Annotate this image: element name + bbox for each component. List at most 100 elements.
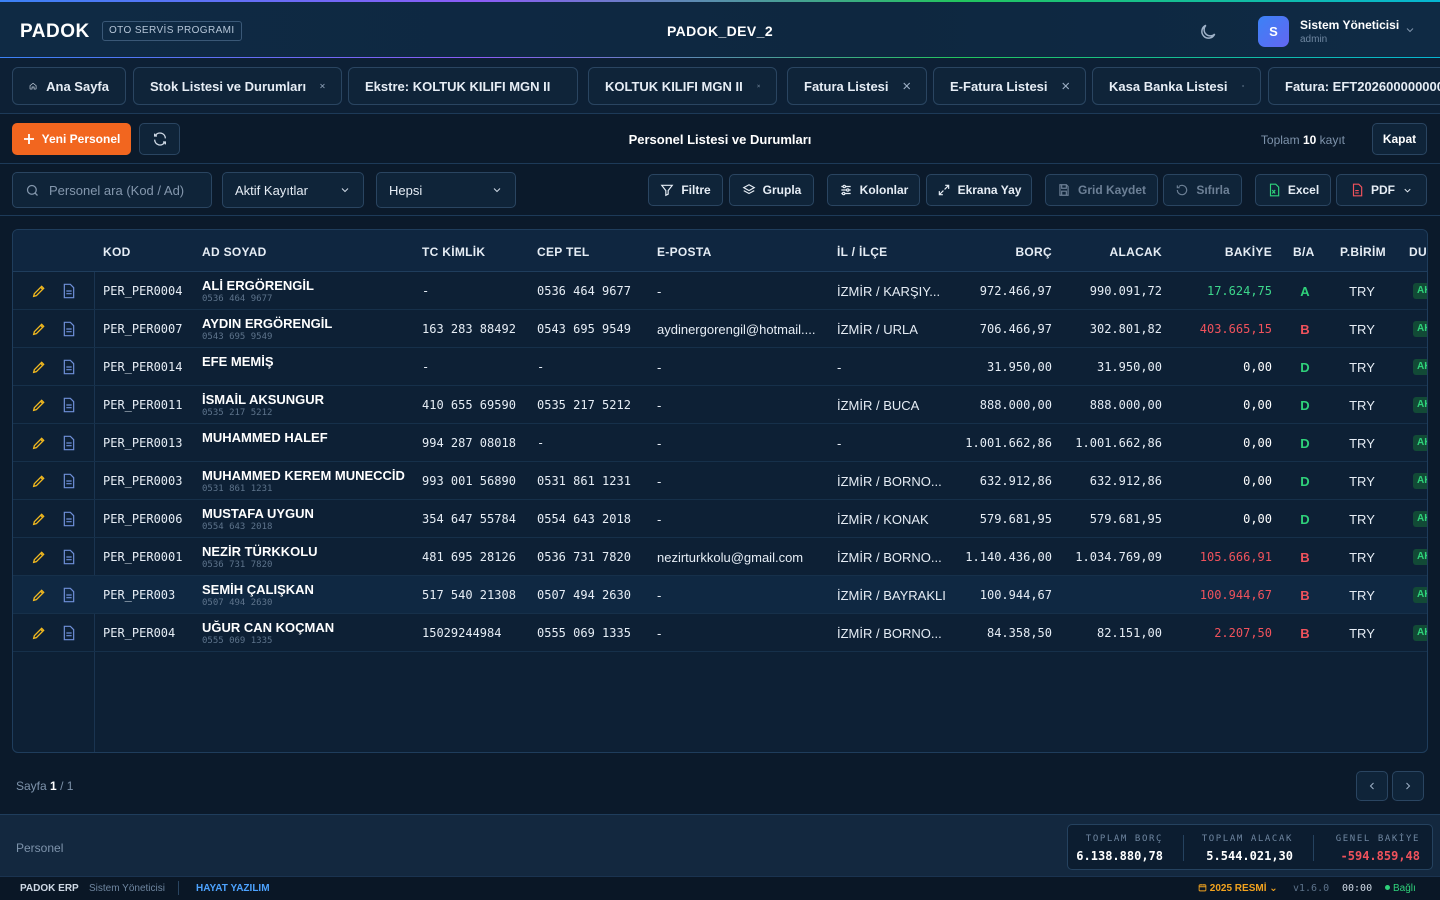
pencil-icon[interactable] — [31, 321, 47, 337]
table-row[interactable]: AYDIN ERGÖRENGİL 0543 695 9549 PER_PER0007… — [13, 310, 1427, 348]
cell-alacak: 579.681,95 — [1089, 512, 1162, 526]
status-user: Sistem Yöneticisi — [89, 883, 165, 894]
pagination-info: Sayfa 1 / 1 — [16, 779, 73, 793]
tab-einvoice-list[interactable]: E-Fatura Listesi — [933, 67, 1086, 105]
col-alacak[interactable]: ALACAK — [1062, 245, 1162, 259]
document-icon[interactable] — [62, 587, 76, 603]
cell-bakiye: 105.666,91 — [1199, 550, 1272, 564]
prev-page-button[interactable] — [1356, 771, 1388, 801]
cell-kod: PER_PER0011 — [103, 398, 183, 412]
document-icon[interactable] — [62, 511, 76, 527]
table-row[interactable]: ALİ ERGÖRENGİL 0536 464 9677 PER_PER0004-0… — [13, 272, 1427, 310]
user-menu[interactable]: S Sistem Yöneticisi admin — [1258, 15, 1418, 49]
document-icon[interactable] — [62, 549, 76, 565]
name-cell: MUHAMMED KEREM MUNECCİD 0531 861 1231 — [202, 462, 412, 500]
save-grid-button[interactable]: Grid Kaydet — [1045, 174, 1158, 206]
tab-home[interactable]: Ana Sayfa — [12, 67, 126, 105]
group-button[interactable]: Grupla — [729, 174, 814, 206]
col-kod[interactable]: KOD — [103, 245, 131, 259]
document-icon[interactable] — [62, 321, 76, 337]
expand-button[interactable]: Ekrana Yay — [926, 174, 1032, 206]
cell-borc: 31.950,00 — [986, 360, 1052, 374]
version: v1.6.0 — [1293, 883, 1330, 894]
new-personnel-button[interactable]: Yeni Personel — [12, 123, 131, 155]
col-durum[interactable]: DU — [1409, 245, 1427, 259]
pencil-icon[interactable] — [31, 435, 47, 451]
document-icon[interactable] — [62, 435, 76, 451]
close-icon[interactable] — [756, 81, 760, 91]
app-logo[interactable]: PADOK — [20, 21, 90, 43]
columns-button[interactable]: Kolonlar — [827, 174, 920, 206]
table-row[interactable]: MUHAMMED HALEF PER_PER0013 994 287 08018 - -… — [13, 424, 1427, 462]
moon-icon[interactable] — [1198, 22, 1218, 42]
type-select[interactable]: Hepsi — [376, 172, 516, 208]
personnel-name: NEZİR TÜRKKOLU — [202, 544, 318, 559]
tab-cash-bank[interactable]: Kasa Banka Listesi — [1092, 67, 1261, 105]
tab-invoice-detail[interactable]: Fatura: EFT2026000000005 — [1268, 67, 1440, 105]
table-row[interactable]: İSMAİL AKSUNGUR 0535 217 5212 PER_PER0011 4… — [13, 386, 1427, 424]
summary-bar: Personel TOPLAM BORÇ 6.138.880,78 TOPLAM… — [0, 814, 1440, 876]
table-row[interactable]: EFE MEMİŞ PER_PER0014 - - - - 31.950,00 31.950,… — [13, 348, 1427, 386]
pencil-icon[interactable] — [31, 359, 47, 375]
refresh-button[interactable] — [139, 123, 180, 155]
pencil-icon[interactable] — [31, 625, 47, 641]
excel-button[interactable]: Excel — [1255, 174, 1331, 206]
chevron-down-icon — [1406, 28, 1414, 33]
col-borc[interactable]: BORÇ — [952, 245, 1052, 259]
cell-tc: 163 283 88492 — [422, 322, 516, 336]
close-icon[interactable] — [1061, 81, 1069, 91]
reset-button[interactable]: Sıfırla — [1163, 174, 1242, 206]
grand-balance-label: GENEL BAKİYE — [1335, 834, 1420, 844]
close-page-button[interactable]: Kapat — [1372, 123, 1427, 155]
pdf-button[interactable]: PDF — [1336, 174, 1427, 206]
cell-bakiye: 17.624,75 — [1206, 284, 1272, 298]
col-para-birimi[interactable]: P.BİRİM — [1340, 245, 1386, 259]
tab-strip: Ana Sayfa Stok Listesi ve Durumları Ekst… — [0, 58, 1440, 114]
col-tc[interactable]: TC KİMLİK — [422, 245, 485, 259]
table-row[interactable]: MUHAMMED KEREM MUNECCİD 0531 861 1231 PER_… — [13, 462, 1427, 500]
cell-tc: 993 001 56890 — [422, 474, 516, 488]
cell-tc: 481 695 28126 — [422, 550, 516, 564]
document-icon[interactable] — [62, 359, 76, 375]
tab-product[interactable]: KOLTUK KILIFI MGN II — [588, 67, 777, 105]
close-icon[interactable] — [320, 81, 325, 91]
col-bakiye[interactable]: BAKİYE — [1172, 245, 1272, 259]
close-icon[interactable] — [1241, 81, 1244, 91]
col-cep-tel[interactable]: CEP TEL — [537, 245, 590, 259]
document-icon[interactable] — [62, 625, 76, 641]
table-row[interactable]: SEMİH ÇALIŞKAN 0507 494 2630 PER_PER003 517… — [13, 576, 1427, 614]
period-selector[interactable]: 2025 RESMİ ⌄ — [1198, 883, 1278, 894]
status-select[interactable]: Aktif Kayıtlar — [222, 172, 364, 208]
cell-bakiye: 0,00 — [1243, 398, 1272, 412]
personnel-name: AYDIN ERGÖRENGİL — [202, 316, 333, 331]
search-input[interactable] — [49, 173, 209, 207]
cell-kod: PER_PER0007 — [103, 322, 183, 336]
document-icon[interactable] — [62, 397, 76, 413]
pencil-icon[interactable] — [31, 549, 47, 565]
cell-il: İZMİR / KARŞIY... — [837, 283, 941, 299]
col-ba[interactable]: B/A — [1293, 245, 1315, 259]
divider — [178, 881, 179, 895]
document-icon[interactable] — [62, 473, 76, 489]
col-il-ilce[interactable]: İL / İLÇE — [837, 245, 887, 259]
next-page-button[interactable] — [1392, 771, 1424, 801]
filter-button[interactable]: Filtre — [648, 174, 723, 206]
refresh-icon — [153, 132, 166, 146]
tab-stock-list[interactable]: Stok Listesi ve Durumları — [133, 67, 342, 105]
reset-icon — [1177, 184, 1188, 196]
table-row[interactable]: MUSTAFA UYGUN 0554 643 2018 PER_PER0006 354… — [13, 500, 1427, 538]
tab-statement[interactable]: Ekstre: KOLTUK KILIFI MGN II — [348, 67, 578, 105]
col-eposta[interactable]: E-POSTA — [657, 245, 712, 259]
pencil-icon[interactable] — [31, 511, 47, 527]
table-row[interactable]: UĞUR CAN KOÇMAN 0555 069 1335 PER_PER004 15… — [13, 614, 1427, 652]
pencil-icon[interactable] — [31, 397, 47, 413]
pencil-icon[interactable] — [31, 587, 47, 603]
tab-invoice-list[interactable]: Fatura Listesi — [787, 67, 927, 105]
col-ad-soyad[interactable]: AD SOYAD — [202, 245, 267, 259]
pencil-icon[interactable] — [31, 473, 47, 489]
status-bar: PADOK ERP Sistem Yöneticisi HAYAT YAZILI… — [0, 876, 1440, 900]
document-icon[interactable] — [62, 283, 76, 299]
table-row[interactable]: NEZİR TÜRKKOLU 0536 731 7820 PER_PER0001 48… — [13, 538, 1427, 576]
close-icon[interactable] — [902, 81, 910, 91]
pencil-icon[interactable] — [31, 283, 47, 299]
